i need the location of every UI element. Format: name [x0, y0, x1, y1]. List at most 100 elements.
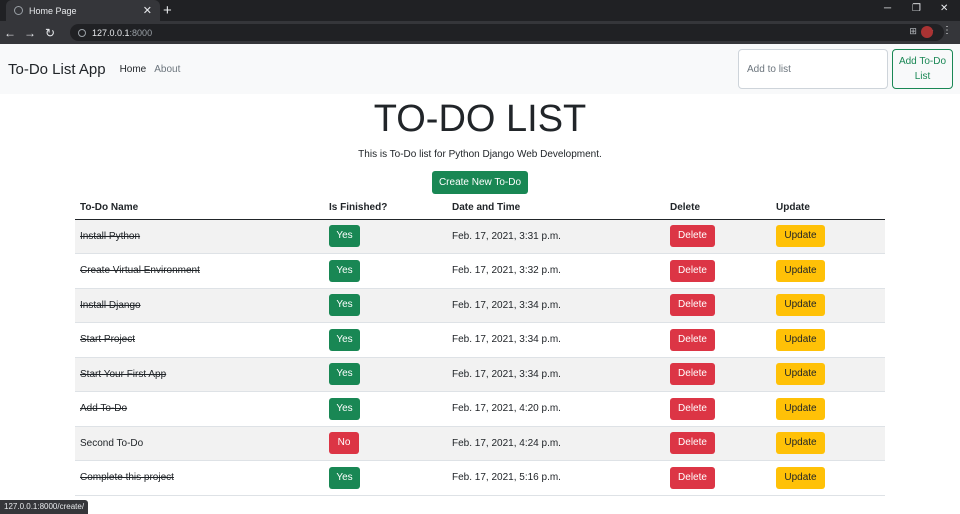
update-button[interactable]: Update	[776, 259, 825, 282]
header-update: Update	[771, 197, 885, 220]
tab-close-icon[interactable]: ✕	[143, 4, 152, 17]
address-bar[interactable]: 127.0.0.1 :8000 ⊞ ☆	[70, 24, 944, 41]
todo-name-cell: Create Virtual Environment	[75, 253, 324, 289]
table-row: Add To-Do Yes Feb. 17, 2021, 4:20 p.m. Dele…	[75, 391, 885, 427]
todo-name: Install Python	[80, 230, 141, 242]
brand[interactable]: To-Do List App	[8, 61, 106, 78]
delete-button[interactable]: Delete	[670, 432, 715, 455]
header-name: To-Do Name	[75, 197, 324, 220]
info-icon[interactable]	[78, 28, 86, 37]
date-cell: Feb. 17, 2021, 3:34 p.m.	[447, 288, 665, 323]
delete-button[interactable]: Delete	[670, 363, 715, 386]
nav-about[interactable]: About	[154, 64, 180, 75]
translate-icon[interactable]: ⊞	[909, 26, 917, 37]
delete-cell: Delete	[665, 460, 771, 496]
delete-button[interactable]: Delete	[670, 466, 715, 489]
nav-home[interactable]: Home	[120, 64, 147, 75]
table-row: Create Virtual Environment Yes Feb. 17, 20…	[75, 253, 885, 289]
todo-name-cell: Add To-Do	[75, 391, 324, 427]
back-icon[interactable]: ←	[0, 26, 20, 40]
new-tab-icon[interactable]: +	[163, 2, 172, 19]
todo-name-cell: Install Python	[75, 219, 324, 254]
delete-cell: Delete	[665, 391, 771, 427]
todo-name-cell: Complete this project	[75, 460, 324, 496]
finished-status-button[interactable]: Yes	[329, 294, 360, 317]
todo-table: To-Do Name Is Finished? Date and Time De…	[75, 197, 885, 496]
table-row: Install Python Yes Feb. 17, 2021, 3:31 p.m…	[75, 219, 885, 254]
todo-name-cell: Start Your First App	[75, 357, 324, 392]
finished-cell: Yes	[324, 391, 447, 427]
page-subtitle: This is To-Do list for Python Django Web…	[358, 149, 602, 160]
update-button[interactable]: Update	[776, 294, 825, 317]
add-todo-list-button[interactable]: Add To-Do List	[892, 49, 953, 89]
update-button[interactable]: Update	[776, 466, 825, 489]
todo-name: Complete this project	[80, 472, 174, 484]
browser-toolbar: ← → ↻ 127.0.0.1 :8000 ⊞ ☆ ⋮	[0, 21, 960, 44]
header-finished: Is Finished?	[324, 197, 447, 220]
update-cell: Update	[771, 219, 885, 254]
update-cell: Update	[771, 426, 885, 461]
header-date: Date and Time	[447, 197, 665, 220]
url-port: :8000	[129, 27, 153, 38]
browser-tabbar: Home Page ✕ + ─ ❐ ✕	[0, 0, 960, 21]
date-cell: Feb. 17, 2021, 4:20 p.m.	[447, 391, 665, 427]
delete-button[interactable]: Delete	[670, 294, 715, 317]
delete-cell: Delete	[665, 253, 771, 289]
todo-name-cell: Start Project	[75, 322, 324, 358]
avatar[interactable]	[921, 26, 933, 38]
minimize-icon[interactable]: ─	[884, 3, 891, 14]
forward-icon[interactable]: →	[20, 26, 40, 40]
reload-icon[interactable]: ↻	[40, 26, 60, 40]
table-row: Install Django Yes Feb. 17, 2021, 3:34 p.m…	[75, 288, 885, 323]
finished-status-button[interactable]: Yes	[329, 225, 360, 248]
finished-status-button[interactable]: Yes	[329, 466, 360, 489]
create-todo-button[interactable]: Create New To-Do	[432, 171, 528, 194]
restore-icon[interactable]: ❐	[912, 3, 921, 14]
finished-status-button[interactable]: Yes	[329, 397, 360, 420]
menu-kebab-icon[interactable]: ⋮	[942, 25, 952, 36]
table-row: Complete this project Yes Feb. 17, 2021, 5…	[75, 460, 885, 496]
date-cell: Feb. 17, 2021, 4:24 p.m.	[447, 426, 665, 461]
finished-cell: Yes	[324, 253, 447, 289]
delete-button[interactable]: Delete	[670, 225, 715, 248]
todo-name: Create Virtual Environment	[80, 265, 200, 277]
todo-name: Start Your First App	[80, 368, 167, 380]
date-cell: Feb. 17, 2021, 3:34 p.m.	[447, 357, 665, 392]
finished-status-button[interactable]: Yes	[329, 259, 360, 282]
update-button[interactable]: Update	[776, 397, 825, 420]
add-to-list-input[interactable]: Add to list	[738, 49, 888, 89]
date-cell: Feb. 17, 2021, 3:31 p.m.	[447, 219, 665, 254]
browser-tab[interactable]: Home Page ✕	[6, 0, 160, 21]
update-cell: Update	[771, 357, 885, 392]
delete-cell: Delete	[665, 357, 771, 392]
finished-status-button[interactable]: No	[329, 432, 359, 455]
tab-title: Home Page	[29, 5, 77, 16]
delete-button[interactable]: Delete	[670, 397, 715, 420]
delete-cell: Delete	[665, 426, 771, 461]
update-cell: Update	[771, 391, 885, 427]
todo-name-cell: Install Django	[75, 288, 324, 323]
update-cell: Update	[771, 322, 885, 358]
update-button[interactable]: Update	[776, 328, 825, 351]
page-title: TO-DO LIST	[373, 98, 587, 140]
todo-name: Add To-Do	[80, 403, 128, 415]
todo-name-cell: Second To-Do	[75, 426, 324, 461]
finished-status-button[interactable]: Yes	[329, 328, 360, 351]
delete-cell: Delete	[665, 288, 771, 323]
update-button[interactable]: Update	[776, 432, 825, 455]
delete-button[interactable]: Delete	[670, 328, 715, 351]
finished-cell: Yes	[324, 322, 447, 358]
table-header-row: To-Do Name Is Finished? Date and Time De…	[75, 197, 885, 220]
app-navbar: To-Do List App Home About Add to list Ad…	[0, 44, 960, 94]
update-button[interactable]: Update	[776, 225, 825, 248]
status-url: 127.0.0.1:8000/create/	[0, 500, 89, 514]
delete-button[interactable]: Delete	[670, 259, 715, 282]
finished-cell: Yes	[324, 460, 447, 496]
table-row: Second To-Do No Feb. 17, 2021, 4:24 p.m. De…	[75, 426, 885, 461]
update-cell: Update	[771, 253, 885, 289]
update-button[interactable]: Update	[776, 363, 825, 386]
close-window-icon[interactable]: ✕	[940, 3, 948, 14]
finished-status-button[interactable]: Yes	[329, 363, 360, 386]
date-cell: Feb. 17, 2021, 3:32 p.m.	[447, 253, 665, 289]
date-cell: Feb. 17, 2021, 3:34 p.m.	[447, 322, 665, 358]
